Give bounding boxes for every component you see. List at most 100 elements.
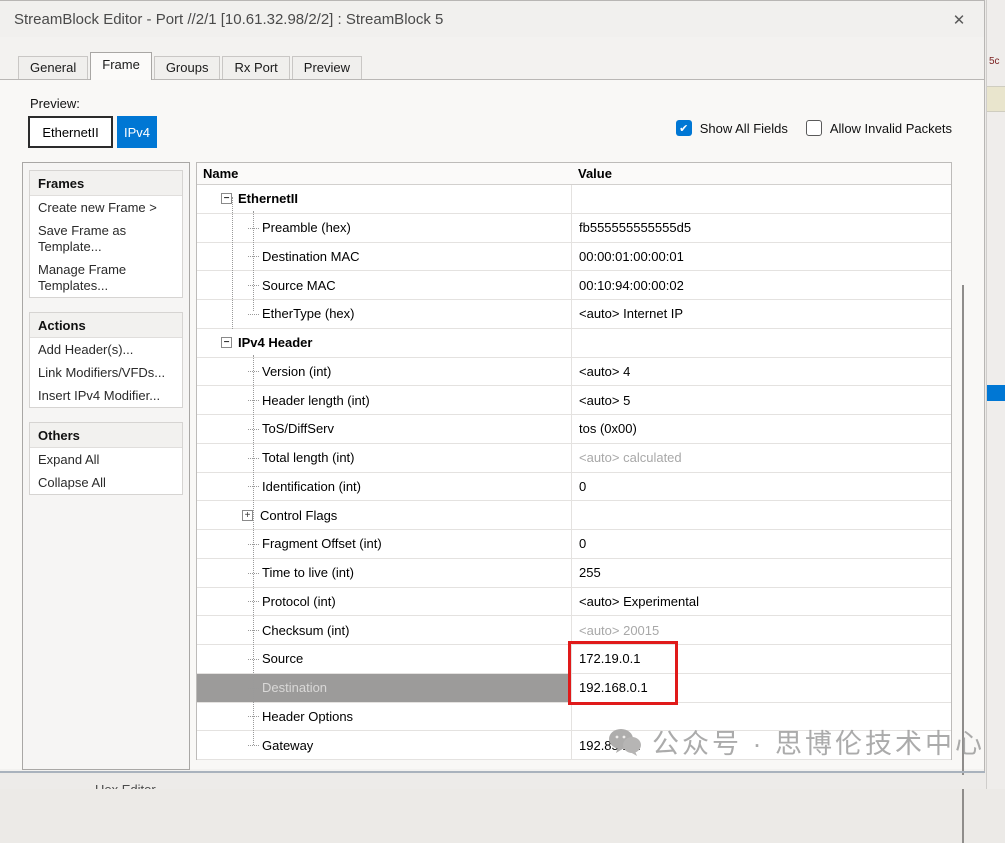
ipv4-header-button[interactable]: IPv4 (117, 116, 157, 148)
grid-header: Name Value (197, 163, 951, 185)
collapse-icon[interactable]: − (221, 193, 232, 204)
sidebar-item-save-frame-as-template[interactable]: Save Frame as Template... (30, 219, 182, 258)
value-cell[interactable]: 00:10:94:00:00:02 (572, 271, 951, 299)
sidebar-item-link-modifiers-vfds[interactable]: Link Modifiers/VFDs... (30, 361, 182, 384)
field-name: Source MAC (262, 278, 336, 293)
field-name: Protocol (int) (262, 594, 336, 609)
grid-row-destination-mac[interactable]: Destination MAC00:00:01:00:00:01 (197, 243, 951, 272)
tab-preview[interactable]: Preview (292, 56, 362, 80)
grid-row-total-length-int[interactable]: Total length (int) <auto> calculated (197, 444, 951, 473)
field-name: Checksum (int) (262, 623, 349, 638)
option-label: Show All Fields (700, 121, 788, 136)
sidebar-section-frames: FramesCreate new Frame >Save Frame as Te… (29, 170, 183, 298)
field-name: IPv4 Header (238, 335, 312, 350)
value-cell[interactable]: <auto> calculated (572, 444, 951, 472)
fields-grid: Name Value −EthernetIIPreamble (hex)fb55… (196, 162, 952, 760)
field-name: Preamble (hex) (262, 220, 351, 235)
tree-guide (253, 355, 254, 745)
value-cell[interactable]: 00:00:01:00:00:01 (572, 243, 951, 271)
grid-row-tos-diffserv[interactable]: ToS/DiffServtos (0x00) (197, 415, 951, 444)
tab-general[interactable]: General (18, 56, 88, 80)
ethernetii-header-button[interactable]: EthernetII (28, 116, 113, 148)
tab-bar: GeneralFrameGroupsRx PortPreview (18, 52, 364, 80)
value-cell[interactable]: 172.19.0.1 (572, 645, 951, 673)
titlebar: StreamBlock Editor - Port //2/1 [10.61.3… (0, 1, 984, 37)
sidebar-section-title: Actions (30, 313, 182, 338)
sidebar-item-create-new-frame[interactable]: Create new Frame > (30, 196, 182, 219)
grid-row-preamble-hex[interactable]: Preamble (hex) fb555555555555d5 (197, 214, 951, 243)
grid-row-header-options[interactable]: Header Options (197, 703, 951, 732)
tree-connector (248, 314, 259, 315)
checkbox-unchecked-icon[interactable] (806, 120, 822, 136)
grid-row-time-to-live-int[interactable]: Time to live (int) 255 (197, 559, 951, 588)
field-name: Header Options (262, 709, 353, 724)
tree-guide (232, 197, 233, 329)
value-cell[interactable]: <auto> Internet IP (572, 300, 951, 328)
grid-row-source[interactable]: Source172.19.0.1 (197, 645, 951, 674)
grid-row-checksum-int[interactable]: Checksum (int) <auto> 20015 (197, 616, 951, 645)
close-icon[interactable]: ✕ (948, 9, 970, 31)
column-header-value: Value (572, 163, 612, 184)
tab-groups[interactable]: Groups (154, 56, 221, 80)
hex-editor-label: Hex Editor (95, 782, 156, 789)
checkbox-checked-icon[interactable]: ✔ (676, 120, 692, 136)
grid-row-identification-int[interactable]: Identification (int)0 (197, 473, 951, 502)
value-cell[interactable]: 0 (572, 530, 951, 558)
grid-row-destination[interactable]: Destination192.168.0.1 (197, 674, 951, 703)
field-name: EthernetII (238, 191, 298, 206)
streamblock-editor-dialog: StreamBlock Editor - Port //2/1 [10.61.3… (0, 0, 985, 773)
collapse-icon[interactable]: − (221, 337, 232, 348)
field-name: Version (int) (262, 364, 331, 379)
grid-row-protocol-int[interactable]: Protocol (int) <auto> Experimental (197, 588, 951, 617)
value-cell[interactable] (572, 185, 951, 213)
grid-row-source-mac[interactable]: Source MAC 00:10:94:00:00:02 (197, 271, 951, 300)
options-row: ✔ Show All Fields Allow Invalid Packets (676, 120, 952, 136)
tab-rx-port[interactable]: Rx Port (222, 56, 289, 80)
value-cell[interactable] (572, 703, 951, 731)
option-show-all-fields[interactable]: ✔ Show All Fields (676, 120, 788, 136)
bottom-strip: Hex Editor (0, 775, 986, 789)
field-name: Time to live (int) (262, 565, 354, 580)
name-cell[interactable]: −EthernetII (197, 185, 572, 213)
tree-guide (253, 211, 254, 311)
option-allow-invalid-packets[interactable]: Allow Invalid Packets (806, 120, 952, 136)
frame-tab-content: Preview: EthernetII IPv4 ✔ Show All Field… (0, 79, 984, 769)
sidebar-section-others: OthersExpand AllCollapse All (29, 422, 183, 495)
grid-row-version-int[interactable]: Version (int) <auto> 4 (197, 358, 951, 387)
field-name: Total length (int) (262, 450, 355, 465)
grid-row-fragment-offset-int[interactable]: Fragment Offset (int)0 (197, 530, 951, 559)
sidebar-item-collapse-all[interactable]: Collapse All (30, 471, 182, 494)
preview-label: Preview: (30, 96, 80, 111)
value-cell[interactable]: 0 (572, 473, 951, 501)
grid-row-gateway[interactable]: Gateway192.85.1.1 (197, 731, 951, 760)
grid-row-ethernetii[interactable]: −EthernetII (197, 185, 951, 214)
value-cell[interactable]: 255 (572, 559, 951, 587)
value-cell[interactable]: <auto> 20015 (572, 616, 951, 644)
grid-row-control-flags[interactable]: +Control Flags (197, 501, 951, 530)
value-cell[interactable]: <auto> 5 (572, 386, 951, 414)
value-cell[interactable]: <auto> Experimental (572, 588, 951, 616)
sidebar-item-expand-all[interactable]: Expand All (30, 448, 182, 471)
value-cell[interactable]: fb555555555555d5 (572, 214, 951, 242)
sidebar-item-manage-frame-templates[interactable]: Manage Frame Templates... (30, 258, 182, 297)
grid-row-ipv4-header[interactable]: −IPv4 Header (197, 329, 951, 358)
value-cell[interactable]: 192.85.1.1 (572, 731, 951, 759)
expand-icon[interactable]: + (242, 510, 253, 521)
background-text-fragment: 5c (989, 56, 1000, 67)
name-cell[interactable]: −IPv4 Header (197, 329, 572, 357)
value-cell[interactable]: tos (0x00) (572, 415, 951, 443)
grid-row-header-length-int[interactable]: Header length (int)<auto> 5 (197, 386, 951, 415)
value-cell[interactable] (572, 501, 951, 529)
column-header-name: Name (197, 163, 572, 184)
value-cell[interactable]: 192.168.0.1 (572, 674, 951, 702)
grid-row-ethertype-hex[interactable]: EtherType (hex)<auto> Internet IP (197, 300, 951, 329)
background-window-strip: 5c (986, 0, 1005, 789)
sidebar-item-insert-ipv4-modifier[interactable]: Insert IPv4 Modifier... (30, 384, 182, 407)
value-cell[interactable]: <auto> 4 (572, 358, 951, 386)
grid-scrollbar[interactable] (962, 285, 964, 843)
background-selected-row (987, 385, 1005, 401)
sidebar-item-add-header-s[interactable]: Add Header(s)... (30, 338, 182, 361)
tab-frame[interactable]: Frame (90, 52, 152, 80)
value-cell[interactable] (572, 329, 951, 357)
splitter[interactable] (0, 771, 985, 773)
